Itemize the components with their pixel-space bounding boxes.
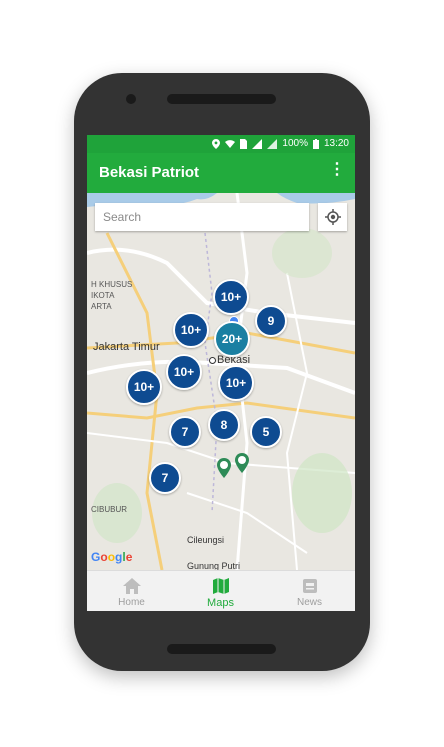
map-label-ikota: IKOTA <box>91 291 115 300</box>
nav-home[interactable]: Home <box>87 571 176 611</box>
map-label-jakarta-timur: Jakarta Timur <box>93 341 160 353</box>
nav-maps-label: Maps <box>207 597 234 609</box>
map-cluster-2[interactable]: 10+ <box>173 312 209 348</box>
map-label-cileungsi: Cileungsi <box>187 535 225 545</box>
google-logo: Google <box>91 550 133 564</box>
top-speaker <box>167 94 276 104</box>
battery-icon <box>312 138 319 149</box>
my-location-button[interactable] <box>318 203 347 231</box>
more-vert-icon[interactable]: ⋮ <box>329 162 345 178</box>
map-label-karta: ARTA <box>91 302 112 311</box>
search-input[interactable]: Search <box>95 203 309 231</box>
battery-percent: 100% <box>282 138 308 149</box>
signal-icon-2 <box>267 138 278 149</box>
sim-icon <box>240 138 248 149</box>
map-cluster-10[interactable]: 5 <box>250 416 282 448</box>
nav-news[interactable]: News <box>265 571 354 611</box>
nav-home-label: Home <box>118 597 145 608</box>
map-cluster-3[interactable]: 9 <box>255 305 287 337</box>
status-bar: 100% 13:20 <box>87 135 355 153</box>
location-icon <box>212 138 221 149</box>
app-bar: Bekasi Patriot ⋮ <box>87 153 355 193</box>
front-camera <box>126 94 136 104</box>
map-label-cibubur: CIBUBUR <box>91 505 128 514</box>
map-pin-icon[interactable] <box>217 458 231 478</box>
app-title: Bekasi Patriot <box>99 164 200 181</box>
search-placeholder: Search <box>103 210 142 224</box>
map-label-khusus: H KHUSUS <box>91 280 133 289</box>
home-icon <box>123 578 141 594</box>
news-icon <box>303 579 317 593</box>
bekasi-dot <box>209 357 216 364</box>
phone-screen: 100% 13:20 Bekasi Patriot ⋮ H KHUSUS IKO… <box>87 135 355 611</box>
map-cluster-8[interactable]: 7 <box>169 416 201 448</box>
bottom-speaker <box>167 644 276 654</box>
map-cluster-7[interactable]: 10+ <box>126 369 162 405</box>
map-cluster-5[interactable]: 10+ <box>166 354 202 390</box>
map-cluster-1[interactable]: 10+ <box>213 279 249 315</box>
map-icon <box>213 578 229 594</box>
nav-news-label: News <box>296 597 322 608</box>
map-cluster-4[interactable]: 20+ <box>214 321 250 357</box>
map-cluster-9[interactable]: 8 <box>208 409 240 441</box>
map-pin-icon-2[interactable] <box>235 453 249 473</box>
nav-maps[interactable]: Maps <box>176 571 265 611</box>
clock: 13:20 <box>323 138 349 149</box>
map-cluster-6[interactable]: 10+ <box>218 365 254 401</box>
map-cluster-11[interactable]: 7 <box>149 462 181 494</box>
wifi-icon <box>225 140 236 148</box>
signal-icon <box>252 138 263 149</box>
crosshair-icon <box>324 209 341 225</box>
bottom-navigation: Home Maps News <box>87 570 355 611</box>
